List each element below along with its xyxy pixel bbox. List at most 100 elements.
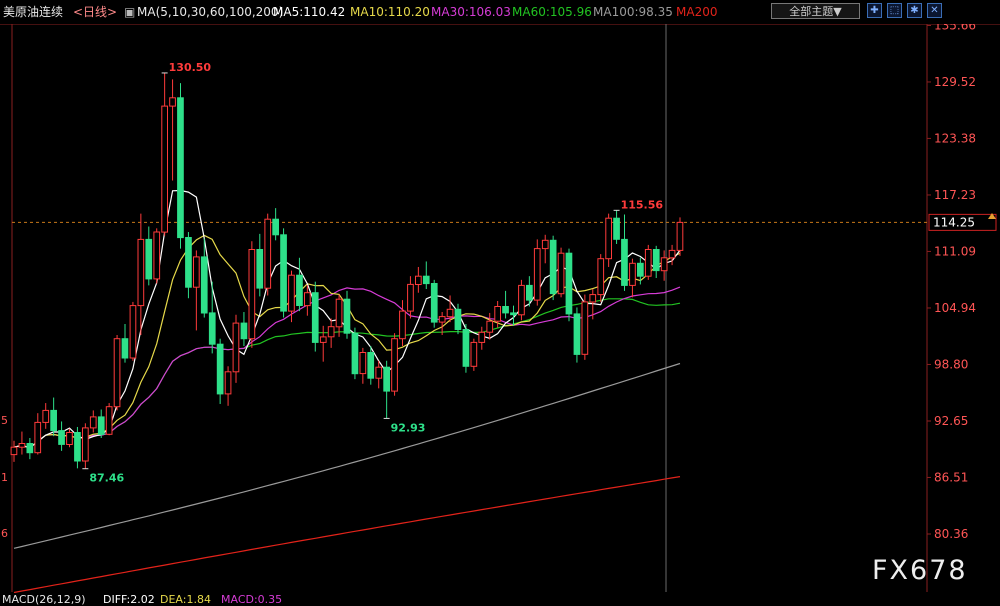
candle — [248, 241, 256, 348]
candle-body — [589, 294, 597, 303]
candle — [399, 300, 406, 347]
candle — [232, 314, 240, 383]
candle — [549, 235, 557, 301]
candle — [565, 248, 573, 322]
candle — [34, 413, 42, 455]
candle — [66, 428, 73, 448]
ma10-value: MA10:110.20 — [350, 5, 430, 19]
candle — [296, 257, 303, 312]
candle-body — [105, 406, 113, 435]
candle-body — [573, 313, 581, 355]
candle-body — [407, 283, 414, 312]
candle — [153, 228, 161, 284]
candle-body — [359, 352, 367, 375]
candle — [470, 338, 478, 371]
candle — [311, 281, 319, 352]
candle — [185, 232, 192, 299]
close-icon[interactable]: ✕ — [927, 3, 942, 18]
candle-body — [644, 249, 652, 277]
candle-body — [478, 331, 486, 343]
candle — [430, 279, 438, 328]
candle-body — [383, 366, 390, 392]
candle — [613, 210, 620, 244]
instrument-name[interactable]: 美原油连续 — [3, 4, 63, 20]
candle — [280, 228, 287, 318]
candle-body — [597, 258, 605, 296]
candle-body — [288, 274, 295, 312]
candle-body — [621, 238, 628, 286]
ma200-value: MA200 — [676, 5, 718, 19]
y-tick-label: 123.38 — [934, 131, 976, 145]
candle — [557, 247, 565, 298]
candle — [42, 403, 50, 429]
candle-body — [18, 443, 26, 448]
candle-body — [232, 322, 240, 373]
candle-body — [145, 238, 153, 280]
candle — [391, 333, 398, 396]
ma5-value: MA5:110.42 — [273, 5, 346, 19]
ma100-value: MA100:98.35 — [593, 5, 673, 19]
y-tick-label: 117.23 — [934, 188, 976, 202]
candle-body — [533, 248, 541, 301]
candle-body — [216, 343, 224, 395]
candle — [145, 226, 153, 286]
indicator-header: 美原油连续 <日线> ▣ MA(5,10,30,60,100,200) MA5:… — [0, 0, 1000, 24]
candle — [486, 312, 494, 340]
settings-icon[interactable]: ✱ — [907, 3, 922, 18]
macd-header: MACD(26,12,9) DIFF:2.02 DEA:1.84 MACD:0.… — [0, 593, 1000, 606]
candle-body — [304, 292, 311, 307]
candle-body — [66, 432, 73, 445]
candle-body — [454, 308, 462, 330]
crosshair-icon[interactable]: ✚ — [867, 3, 882, 18]
candle-body — [319, 336, 327, 343]
candle-body — [240, 322, 248, 340]
candle-body — [121, 338, 129, 359]
candle-body — [660, 257, 668, 272]
candle-body — [549, 239, 557, 295]
candle — [462, 323, 470, 373]
y-tick-label: 80.36 — [934, 527, 968, 541]
candle-body — [399, 310, 406, 340]
extreme-label: 115.56 — [621, 198, 664, 211]
period-label[interactable]: <日线> — [73, 4, 117, 20]
candle — [129, 301, 137, 361]
ma30-value: MA30:106.03 — [431, 5, 511, 19]
candle-body — [311, 292, 319, 343]
theme-select-button[interactable]: 全部主题▼ — [771, 3, 860, 19]
candle-body — [351, 332, 359, 375]
extreme-label: 87.46 — [89, 472, 124, 485]
candle — [224, 366, 232, 406]
candle-body — [605, 217, 612, 260]
candle-body — [161, 105, 169, 233]
candle — [216, 338, 224, 404]
ma-toggle-icon[interactable]: ▣ — [124, 4, 135, 20]
candle-body — [541, 239, 549, 250]
candle-body — [462, 329, 470, 367]
left-axis-fragment: 1 — [1, 471, 8, 484]
candle-body — [42, 409, 50, 423]
candle-body — [343, 298, 351, 334]
candle — [422, 261, 430, 290]
candle — [89, 410, 97, 433]
candle — [82, 423, 89, 469]
y-tick-label: 111.09 — [934, 244, 976, 258]
candle — [343, 290, 351, 339]
candle-body — [438, 316, 446, 323]
candle-body — [375, 366, 383, 379]
candle-body — [129, 305, 137, 359]
candle-body — [470, 341, 478, 367]
candle — [18, 431, 26, 455]
candle-body — [50, 409, 57, 432]
candle — [288, 270, 295, 323]
candle — [597, 254, 605, 302]
candle — [518, 279, 525, 321]
candle — [50, 397, 57, 437]
candles — [10, 72, 684, 469]
candle-body — [137, 238, 145, 307]
candle — [621, 214, 628, 291]
expand-icon[interactable]: ⬚ — [887, 3, 902, 18]
candle-body — [224, 371, 232, 395]
macd-diff: DIFF:2.02 — [103, 593, 155, 606]
candlestick-chart[interactable]: 130.50115.5692.9387.46 135.66129.52123.3… — [0, 0, 1000, 606]
candle — [58, 421, 65, 451]
